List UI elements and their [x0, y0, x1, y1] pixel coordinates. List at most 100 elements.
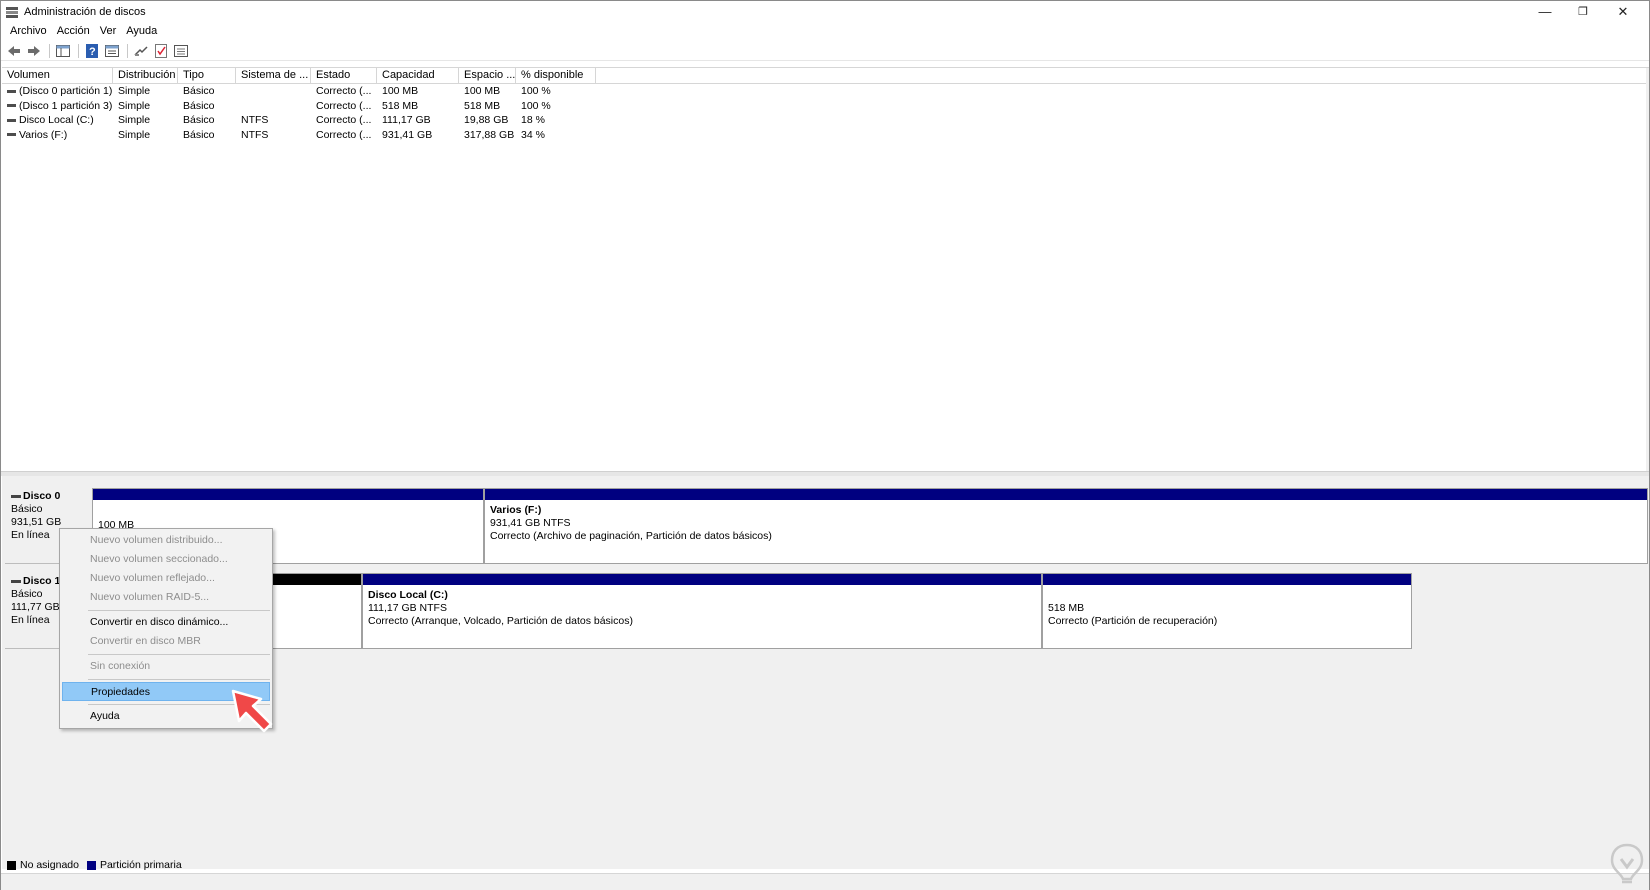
svg-text:?: ?	[89, 46, 96, 58]
column-header-volumen[interactable]: Volumen	[2, 68, 113, 84]
cell-espacio: 100 MB	[464, 85, 501, 97]
menu-separator	[88, 610, 270, 611]
partition-info: Disco Local (C:) 111,17 GB NTFS Correcto…	[368, 589, 633, 627]
cell-sistema: NTFS	[241, 114, 269, 126]
menu-ayuda[interactable]: Ayuda	[121, 25, 162, 37]
column-header-sistema[interactable]: Sistema de ...	[236, 68, 311, 84]
column-header-disponible[interactable]: % disponible	[516, 68, 596, 84]
partition-bar	[363, 574, 1041, 585]
partition-info: 518 MB Correcto (Partición de recuperaci…	[1048, 602, 1218, 627]
disk-management-icon	[6, 6, 18, 18]
menu-separator	[88, 654, 270, 655]
cell-capacidad: 111,17 GB	[382, 114, 431, 126]
cell-distribucion: Simple	[118, 114, 151, 126]
cell-espacio: 518 MB	[464, 99, 501, 112]
help-icon[interactable]: ?	[83, 43, 101, 59]
partition-bar	[93, 489, 483, 500]
check-icon[interactable]	[152, 43, 170, 59]
window-title: Administración de discos	[24, 5, 146, 18]
legend-swatch-primary	[86, 860, 96, 870]
forward-icon[interactable]	[25, 43, 43, 59]
cell-capacidad: 931,41 GB	[382, 128, 433, 141]
column-header-tipo[interactable]: Tipo	[178, 68, 236, 84]
table-row[interactable]: Disco Local (C:) Simple Básico NTFS Corr…	[2, 113, 1649, 128]
cell-disponible: 34 %	[521, 128, 545, 141]
properties-icon[interactable]	[103, 43, 121, 59]
legend-label-unallocated: No asignado	[20, 859, 79, 871]
disk-icon	[11, 494, 21, 498]
restore-button[interactable]: ❐	[1563, 1, 1603, 22]
menu-item-nuevo-seccionado[interactable]: Nuevo volumen seccionado...	[62, 550, 270, 569]
disk-name: Disco 0	[23, 490, 61, 502]
back-icon[interactable]	[5, 43, 23, 59]
table-row[interactable]: (Disco 0 partición 1) Simple Básico Corr…	[2, 84, 1649, 99]
menu-ver[interactable]: Ver	[95, 25, 122, 37]
cell-distribucion: Simple	[118, 128, 151, 141]
menu-item-nuevo-reflejado[interactable]: Nuevo volumen reflejado...	[62, 569, 270, 588]
menu-separator	[88, 679, 270, 680]
cell-sistema	[236, 99, 311, 114]
partition-disco-local-c[interactable]: Disco Local (C:) 111,17 GB NTFS Correcto…	[362, 573, 1042, 649]
cell-distribucion: Simple	[118, 99, 151, 112]
toolbar: ?	[1, 41, 1649, 61]
volume-icon	[7, 89, 16, 93]
cell-estado: Correcto (...	[316, 114, 372, 126]
cell-espacio: 317,88 GB	[464, 128, 515, 141]
menu-item-sin-conexion[interactable]: Sin conexión	[62, 657, 270, 676]
partition-bar	[1043, 574, 1411, 585]
menu-item-nuevo-distribuido[interactable]: Nuevo volumen distribuido...	[62, 531, 270, 550]
cell-distribucion: Simple	[118, 85, 151, 97]
cell-disponible: 18 %	[521, 114, 545, 126]
console-tree-icon[interactable]	[54, 43, 72, 59]
cell-tipo: Básico	[183, 99, 215, 112]
pointer-arrow-icon	[231, 689, 273, 733]
cell-sistema: NTFS	[241, 128, 269, 141]
cell-tipo: Básico	[183, 128, 215, 141]
volume-icon	[7, 133, 16, 137]
volume-list: Volumen Distribución Tipo Sistema de ...…	[2, 67, 1649, 472]
partition-bar	[485, 489, 1647, 500]
column-header-capacidad[interactable]: Capacidad	[377, 68, 459, 84]
minimize-button[interactable]: —	[1525, 1, 1565, 22]
close-button[interactable]: ✕	[1603, 1, 1643, 22]
menu-accion[interactable]: Acción	[52, 25, 95, 37]
volume-icon	[7, 118, 16, 122]
partition-recovery[interactable]: 518 MB Correcto (Partición de recuperaci…	[1042, 573, 1412, 649]
cell-tipo: Básico	[183, 85, 215, 97]
toolbar-separator	[127, 43, 128, 58]
column-header-distribucion[interactable]: Distribución	[113, 68, 178, 84]
cell-volumen: Disco Local (C:)	[2, 113, 113, 128]
rescan-icon[interactable]	[132, 43, 150, 59]
cell-disponible: 100 %	[521, 99, 551, 112]
list-icon[interactable]	[172, 43, 190, 59]
legend-swatch-unallocated	[7, 860, 16, 870]
legend-label-primary: Partición primaria	[99, 859, 182, 871]
cell-estado: Correcto (...	[316, 85, 372, 97]
menu-bar: Archivo Acción Ver Ayuda	[1, 22, 162, 40]
cell-estado: Correcto (...	[316, 128, 372, 141]
volume-list-header: Volumen Distribución Tipo Sistema de ...…	[2, 68, 1649, 84]
cell-volumen: (Disco 1 partición 3)	[2, 99, 113, 114]
cell-volumen: (Disco 0 partición 1)	[2, 84, 113, 99]
table-row[interactable]: (Disco 1 partición 3) Simple Básico Corr…	[2, 99, 1649, 114]
table-row[interactable]: Varios (F:) Simple Básico NTFS Correcto …	[2, 128, 1649, 143]
partition-varios-f[interactable]: Varios (F:) 931,41 GB NTFS Correcto (Arc…	[484, 488, 1648, 564]
vertical-scrollbar[interactable]	[1646, 68, 1649, 472]
menu-archivo[interactable]: Archivo	[5, 25, 52, 37]
title-bar: Administración de discos — ❐ ✕	[1, 1, 1649, 22]
status-bar	[1, 873, 1649, 890]
menu-item-convertir-dinamico[interactable]: Convertir en disco dinámico...	[62, 613, 270, 632]
disk-type: Básico	[11, 503, 43, 515]
cell-disponible: 100 %	[521, 85, 551, 97]
cell-tipo: Básico	[183, 114, 215, 126]
disk-icon	[11, 579, 21, 583]
cell-sistema	[236, 84, 311, 99]
menu-item-nuevo-raid5[interactable]: Nuevo volumen RAID-5...	[62, 588, 270, 607]
partition-info: Varios (F:) 931,41 GB NTFS Correcto (Arc…	[490, 504, 772, 542]
disk-name: Disco 1	[23, 575, 61, 587]
volume-icon	[7, 104, 16, 108]
column-header-estado[interactable]: Estado	[311, 68, 377, 84]
column-header-espacio[interactable]: Espacio ...	[459, 68, 516, 84]
cell-estado: Correcto (...	[316, 99, 372, 112]
menu-item-convertir-mbr[interactable]: Convertir en disco MBR	[62, 632, 270, 651]
